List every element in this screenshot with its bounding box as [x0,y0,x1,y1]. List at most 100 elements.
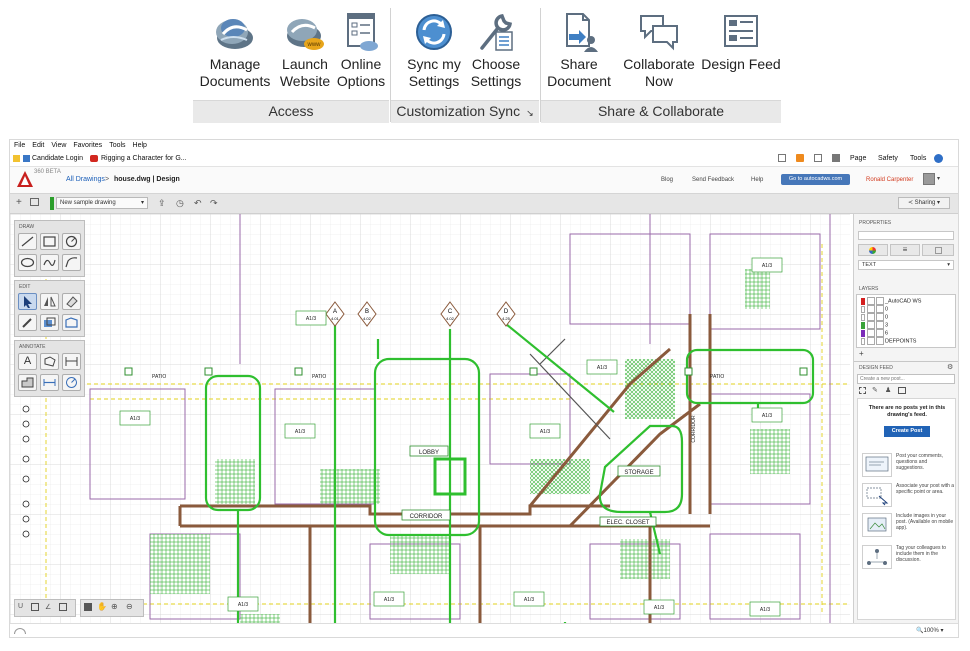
layer-visibility-icon[interactable] [867,329,875,337]
zoom-out-icon[interactable]: ⊖ [126,602,133,611]
tools-menu[interactable]: Tools [910,154,926,163]
grid-icon[interactable] [31,603,39,611]
layer-lock-icon[interactable] [876,337,884,345]
dialog-launcher-icon[interactable]: ↘ [526,108,534,118]
manage-documents-button[interactable]: Manage Documents [197,10,273,90]
document-title[interactable]: house.dwg | Design [114,176,180,183]
stretch-tool-button[interactable] [62,314,81,331]
favorite-candidate-login[interactable]: Candidate Login [32,154,83,163]
image-icon[interactable] [898,387,906,394]
radius-tool-button[interactable] [62,374,81,391]
safety-menu[interactable]: Safety [878,154,898,163]
new-post-input[interactable] [857,374,955,384]
layer-visibility-icon[interactable] [867,337,875,345]
online-options-button[interactable]: Online Options [335,10,387,90]
print-icon[interactable] [832,154,840,162]
zoom-in-icon[interactable]: ⊕ [111,602,118,611]
layer-visibility-icon[interactable] [867,321,875,329]
mail-icon[interactable] [814,154,822,162]
breadcrumb-all-drawings[interactable]: All Drawings [66,176,105,183]
favorite-rigging-character[interactable]: Rigging a Character for G... [101,154,187,163]
layer-visibility-icon[interactable] [867,297,875,305]
favorites-star-icon[interactable] [13,155,20,162]
share-document-button[interactable]: Share Document [545,10,613,90]
collaborate-now-button[interactable]: Collaborate Now [617,10,701,90]
home-icon[interactable] [778,154,786,162]
layer-visibility-icon[interactable] [867,313,875,321]
nav-send-feedback[interactable]: Send Feedback [692,177,734,183]
upload-icon[interactable]: ⇪ [158,197,166,209]
sharing-button[interactable]: ≺ Sharing ▾ [898,197,950,209]
measure-tool-button[interactable] [40,374,59,391]
layer-row[interactable]: 0 [861,313,953,321]
zoom-level[interactable]: 🔍100% ▾ [916,627,944,634]
user-tag-icon[interactable]: ♟ [885,386,891,394]
redo-icon[interactable]: ↷ [210,197,218,209]
freehand-tool-button[interactable] [40,254,59,271]
select-tool-button[interactable] [18,293,37,310]
color-picker-button[interactable] [858,244,888,256]
floor-plan[interactable]: A 4.01 B 4.02 C 4.02 D 4.25 LOBBY CORRID… [10,214,850,623]
eraser-tool-button[interactable] [62,293,81,310]
sync-settings-button[interactable]: Sync my Settings [405,10,463,90]
add-icon[interactable]: + [16,197,22,209]
add-layer-button[interactable]: + [859,349,864,358]
pin-icon[interactable]: ✎ [872,386,878,394]
linetype-button[interactable] [922,244,954,256]
layer-lock-icon[interactable] [876,313,884,321]
layer-lock-icon[interactable] [876,321,884,329]
chevron-down-icon[interactable]: ▾ [937,175,940,182]
angle-icon[interactable]: ∠ [45,603,51,611]
cloud-tool-button[interactable] [40,353,59,370]
history-icon[interactable]: ◷ [176,197,184,209]
choose-settings-button[interactable]: Choose Settings [467,10,525,90]
menu-tools[interactable]: Tools [109,142,125,149]
pan-hand-icon[interactable]: ✋ [97,602,107,611]
ellipse-tool-button[interactable] [18,254,37,271]
undo-icon[interactable]: ↶ [194,197,202,209]
nav-blog[interactable]: Blog [661,177,673,183]
circle-tool-button[interactable] [62,233,81,250]
layer-lock-icon[interactable] [876,297,884,305]
help-icon[interactable] [934,154,943,163]
layer-row[interactable]: 0 [861,305,953,313]
polyline-tool-button[interactable] [62,254,81,271]
snap-icon[interactable] [59,603,67,611]
layer-row[interactable]: 6 [861,329,953,337]
dimension-tool-button[interactable] [62,353,81,370]
layer-lock-icon[interactable] [876,329,884,337]
layer-visibility-icon[interactable] [867,305,875,313]
layers-list[interactable]: _AutoCAD WS 0 0 3 6 DEFPOINTS [856,294,956,348]
move-tool-button[interactable] [40,314,59,331]
fit-icon[interactable] [84,603,92,611]
user-name[interactable]: Ronald Carpenter [866,177,913,183]
autocad-logo-icon[interactable] [16,170,34,188]
layer-row[interactable]: 3 [861,321,953,329]
layer-row[interactable]: DEFPOINTS [861,337,953,345]
avatar[interactable] [923,173,935,185]
menu-file[interactable]: File [14,142,25,149]
goto-autocadws-button[interactable]: Go to autocadws.com [781,174,850,185]
line-tool-button[interactable] [18,233,37,250]
ortho-icon[interactable]: U [18,603,23,610]
area-tool-button[interactable] [18,374,37,391]
menu-view[interactable]: View [51,142,66,149]
create-post-button[interactable]: Create Post [884,426,930,437]
menu-edit[interactable]: Edit [32,142,44,149]
menu-favorites[interactable]: Favorites [73,142,102,149]
layer-row[interactable]: _AutoCAD WS [861,297,953,305]
layout-icon[interactable] [30,198,39,206]
layer-lock-icon[interactable] [876,305,884,313]
mirror-tool-button[interactable] [40,293,59,310]
select-area-icon[interactable] [859,387,866,394]
launch-website-button[interactable]: www Launch Website [277,10,333,90]
eyedropper-tool-button[interactable] [18,314,37,331]
object-type-select[interactable]: TEXT ▾ [858,260,954,270]
property-field[interactable] [858,231,954,240]
design-feed-button[interactable]: Design Feed [701,10,781,73]
page-menu[interactable]: Page [850,154,866,163]
feeds-icon[interactable] [796,154,804,162]
nav-help[interactable]: Help [751,177,763,183]
drawing-select[interactable]: New sample drawing ▾ [56,197,148,209]
gear-icon[interactable]: ⚙ [947,363,953,371]
